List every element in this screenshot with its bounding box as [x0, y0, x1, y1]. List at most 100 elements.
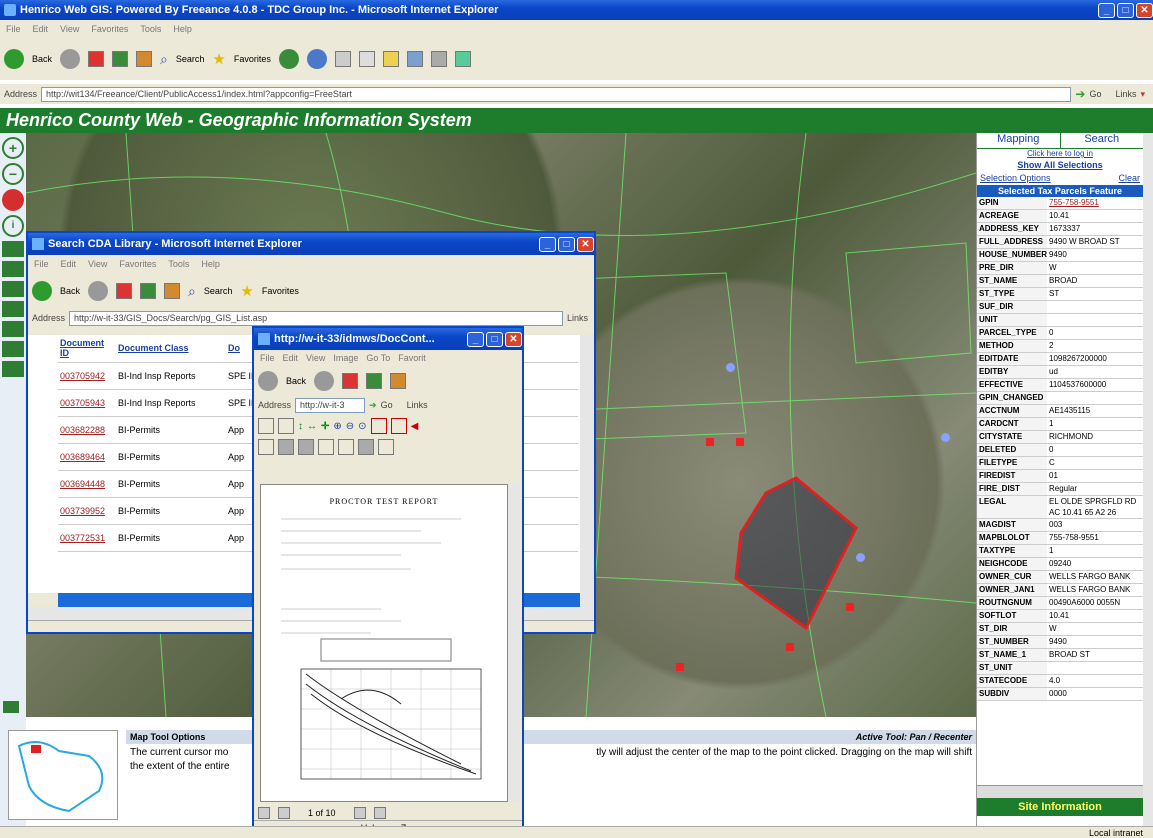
- menu-edit[interactable]: Edit: [283, 353, 299, 363]
- menu-view[interactable]: View: [306, 353, 325, 363]
- tools-icon[interactable]: [454, 51, 471, 67]
- minimize-button[interactable]: _: [467, 331, 484, 347]
- favorites-button[interactable]: Favorites: [262, 286, 299, 296]
- back-icon[interactable]: [4, 49, 24, 69]
- messenger-icon[interactable]: [406, 51, 423, 67]
- menu-favorites[interactable]: Favorit: [398, 353, 426, 363]
- menu-file[interactable]: File: [6, 24, 21, 34]
- marker-icon[interactable]: [786, 643, 794, 651]
- print-map-icon[interactable]: [2, 341, 24, 357]
- tab-search[interactable]: Search: [1059, 133, 1144, 148]
- document-id-link[interactable]: 003689464: [58, 443, 116, 471]
- document-image[interactable]: PROCTOR TEST REPORT: [260, 484, 508, 802]
- back-label[interactable]: Back: [32, 54, 52, 64]
- measure-icon[interactable]: [2, 261, 24, 277]
- address-input[interactable]: http://w-it-3: [295, 397, 366, 413]
- menu-tools[interactable]: Tools: [168, 259, 189, 269]
- col-document-id[interactable]: Document ID: [58, 335, 116, 363]
- select-icon[interactable]: [2, 281, 24, 297]
- go-icon[interactable]: ➔: [369, 400, 377, 411]
- stop-icon[interactable]: [116, 283, 133, 299]
- menu-tools[interactable]: Tools: [140, 24, 161, 34]
- back-label[interactable]: Back: [286, 376, 306, 386]
- back-icon[interactable]: [32, 281, 52, 301]
- prev-page-icon[interactable]: [278, 807, 290, 819]
- zoom-in-icon[interactable]: +: [2, 137, 24, 159]
- marker-icon[interactable]: [846, 603, 854, 611]
- discuss-icon[interactable]: [382, 51, 399, 67]
- pan-icon[interactable]: [2, 189, 24, 211]
- vertical-scrollbar[interactable]: [508, 484, 520, 802]
- highlight-icon[interactable]: [278, 439, 294, 455]
- back-icon[interactable]: [258, 371, 278, 391]
- menu-file[interactable]: File: [260, 353, 275, 363]
- page-single-icon[interactable]: [370, 418, 387, 434]
- forward-icon[interactable]: [88, 281, 109, 301]
- search-icon[interactable]: ⌕: [188, 283, 196, 300]
- identify-icon[interactable]: i: [2, 215, 24, 237]
- print-icon[interactable]: [278, 418, 294, 434]
- col-document-class[interactable]: Document Class: [116, 335, 226, 363]
- marker-icon[interactable]: [676, 663, 684, 671]
- clear-link[interactable]: Clear: [1118, 173, 1140, 185]
- refresh-icon[interactable]: [112, 51, 129, 67]
- go-button[interactable]: Go: [381, 400, 393, 410]
- favorites-button[interactable]: Favorites: [234, 54, 271, 64]
- fit-page-icon[interactable]: ✛: [321, 421, 329, 432]
- menu-favorites[interactable]: Favorites: [91, 24, 128, 34]
- forward-icon[interactable]: [60, 49, 81, 69]
- home-map-icon[interactable]: [2, 321, 24, 337]
- rotate-icon[interactable]: ◀: [411, 421, 419, 432]
- horizontal-scrollbar[interactable]: [977, 785, 1143, 798]
- attribute-value[interactable]: 755-758-9551: [1047, 197, 1099, 209]
- menu-goto[interactable]: Go To: [366, 353, 390, 363]
- links-label[interactable]: Links: [407, 400, 428, 410]
- zoom-out-icon[interactable]: −: [2, 163, 24, 185]
- favorites-icon[interactable]: ★: [212, 50, 225, 68]
- pointer-icon[interactable]: [258, 439, 274, 455]
- stamp-icon[interactable]: [378, 439, 394, 455]
- save-icon[interactable]: [258, 418, 274, 434]
- document-id-link[interactable]: 003739952: [58, 497, 116, 525]
- stop-icon[interactable]: [88, 51, 105, 67]
- go-button[interactable]: Go: [1089, 89, 1101, 99]
- search-icon[interactable]: ⌕: [160, 51, 168, 68]
- document-id-link[interactable]: 003772531: [58, 524, 116, 552]
- maximize-button[interactable]: □: [1117, 2, 1134, 18]
- mail-icon[interactable]: [306, 49, 327, 69]
- links-label[interactable]: Links: [567, 313, 588, 323]
- marker-icon[interactable]: [736, 438, 744, 446]
- selection-options-link[interactable]: Selection Options: [980, 173, 1051, 185]
- home-icon[interactable]: [136, 51, 153, 67]
- rect-icon[interactable]: [298, 439, 314, 455]
- close-button[interactable]: ✕: [1136, 2, 1153, 18]
- links-label[interactable]: Links: [1115, 89, 1136, 99]
- fit-width-icon[interactable]: ↔: [307, 421, 317, 432]
- menu-help[interactable]: Help: [201, 259, 220, 269]
- history-icon[interactable]: [278, 49, 299, 69]
- first-page-icon[interactable]: [258, 807, 270, 819]
- back-label[interactable]: Back: [60, 286, 80, 296]
- refresh-icon[interactable]: [140, 283, 157, 299]
- vertical-scrollbar[interactable]: [580, 335, 594, 607]
- minimize-button[interactable]: _: [539, 236, 556, 252]
- login-link[interactable]: Click here to log in: [977, 149, 1143, 160]
- forward-icon[interactable]: [314, 371, 335, 391]
- search-button[interactable]: Search: [204, 286, 233, 296]
- menu-edit[interactable]: Edit: [33, 24, 49, 34]
- marker-icon[interactable]: [706, 438, 714, 446]
- address-input[interactable]: http://wit134/Freeance/Client/PublicAcce…: [41, 86, 1072, 102]
- refresh-icon[interactable]: [366, 373, 383, 389]
- document-id-link[interactable]: 003694448: [58, 470, 116, 498]
- print-icon[interactable]: [334, 51, 351, 67]
- menu-favorites[interactable]: Favorites: [119, 259, 156, 269]
- edit-icon[interactable]: [358, 51, 375, 67]
- address-input[interactable]: http://w-it-33/GIS_Docs/Search/pg_GIS_Li…: [69, 310, 563, 326]
- menu-file[interactable]: File: [34, 259, 49, 269]
- favorites-icon[interactable]: ★: [240, 282, 253, 300]
- stop-icon[interactable]: [342, 373, 359, 389]
- full-extent-icon[interactable]: [2, 241, 24, 257]
- go-icon[interactable]: ➔: [1075, 87, 1085, 101]
- page-double-icon[interactable]: [390, 418, 407, 434]
- menu-view[interactable]: View: [60, 24, 79, 34]
